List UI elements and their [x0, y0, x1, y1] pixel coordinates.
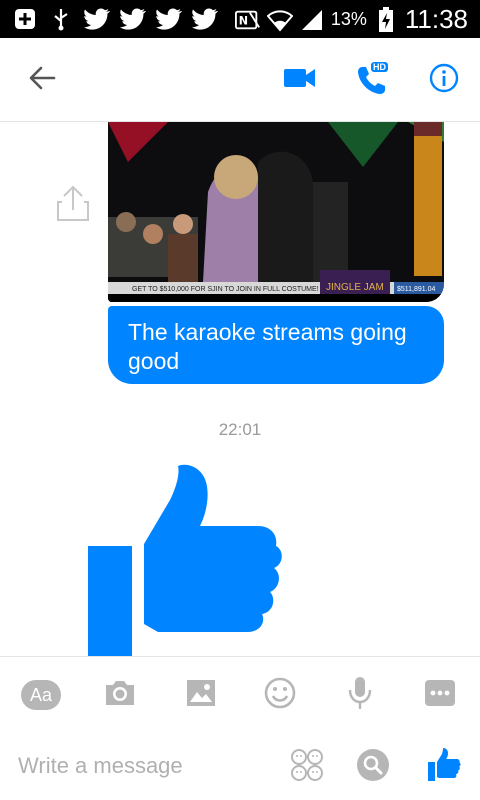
video-camera-icon [284, 67, 316, 94]
twitter-icon-2 [120, 6, 146, 32]
emoji-icon [264, 677, 296, 714]
text-style-icon: Aa [21, 680, 61, 710]
arrow-left-icon [28, 64, 56, 97]
text-style-button[interactable]: Aa [21, 675, 61, 715]
message-input[interactable] [18, 749, 268, 783]
conversation-header: HD [0, 38, 480, 122]
stickers-button[interactable] [287, 747, 327, 787]
battery-charging-icon [373, 6, 399, 33]
like-button[interactable] [424, 747, 464, 787]
system-indicators: N 13% 11:38 [234, 4, 468, 35]
hd-badge: HD [371, 62, 388, 72]
emoji-button[interactable] [260, 675, 300, 715]
twitter-icon-4 [192, 6, 218, 32]
share-button[interactable] [52, 182, 94, 224]
status-bar: N 13% 11:38 [0, 0, 480, 38]
nfc-icon: N [234, 7, 261, 33]
like-sticker[interactable] [88, 460, 284, 656]
notification-icons [12, 6, 218, 32]
total-text: $511,891.04 [397, 286, 436, 293]
voice-button[interactable] [340, 675, 380, 715]
camera-icon [104, 679, 136, 712]
more-icon [424, 679, 456, 712]
message-thread[interactable]: GET TO $510,000 FOR SJIN TO JOIN IN FULL… [0, 122, 480, 656]
message-timestamp: 22:01 [218, 420, 262, 439]
phone-hd-icon: HD [356, 62, 388, 96]
camera-button[interactable] [100, 675, 140, 715]
ticker-text: GET TO $510,000 FOR SJIN TO JOIN IN FULL… [132, 286, 319, 293]
info-icon [429, 63, 459, 98]
call-button[interactable]: HD [352, 60, 392, 100]
composer: Aa [0, 656, 480, 800]
usb-icon [48, 6, 74, 32]
shared-photo[interactable]: GET TO $510,000 FOR SJIN TO JOIN IN FULL… [108, 122, 444, 302]
search-icon [356, 748, 390, 787]
battery-percent: 13% [330, 9, 367, 29]
stickers-icon [290, 748, 324, 787]
signal-icon [299, 7, 325, 33]
clock: 11:38 [404, 4, 468, 34]
thumbs-up-icon [427, 747, 461, 787]
event-text: JINGLE JAM [326, 282, 384, 293]
back-button[interactable] [22, 60, 62, 100]
wifi-icon [266, 7, 293, 33]
gif-search-button[interactable] [353, 747, 393, 787]
share-icon [52, 185, 94, 228]
message-bubble[interactable]: The karaoke streams going good [108, 306, 444, 384]
stream-screenshot: GET TO $510,000 FOR SJIN TO JOIN IN FULL… [108, 122, 444, 302]
message-text: The karaoke streams going good [128, 319, 407, 374]
microphone-icon [347, 676, 373, 715]
svg-text:N: N [239, 14, 248, 27]
thumbs-up-icon [88, 464, 284, 656]
twitter-icon-1 [84, 6, 110, 32]
info-button[interactable] [424, 60, 464, 100]
gallery-icon [186, 679, 216, 712]
more-button[interactable] [420, 675, 460, 715]
plus-notification-icon [12, 6, 38, 32]
gallery-button[interactable] [181, 675, 221, 715]
video-call-button[interactable] [280, 60, 320, 100]
twitter-icon-3 [156, 6, 182, 32]
